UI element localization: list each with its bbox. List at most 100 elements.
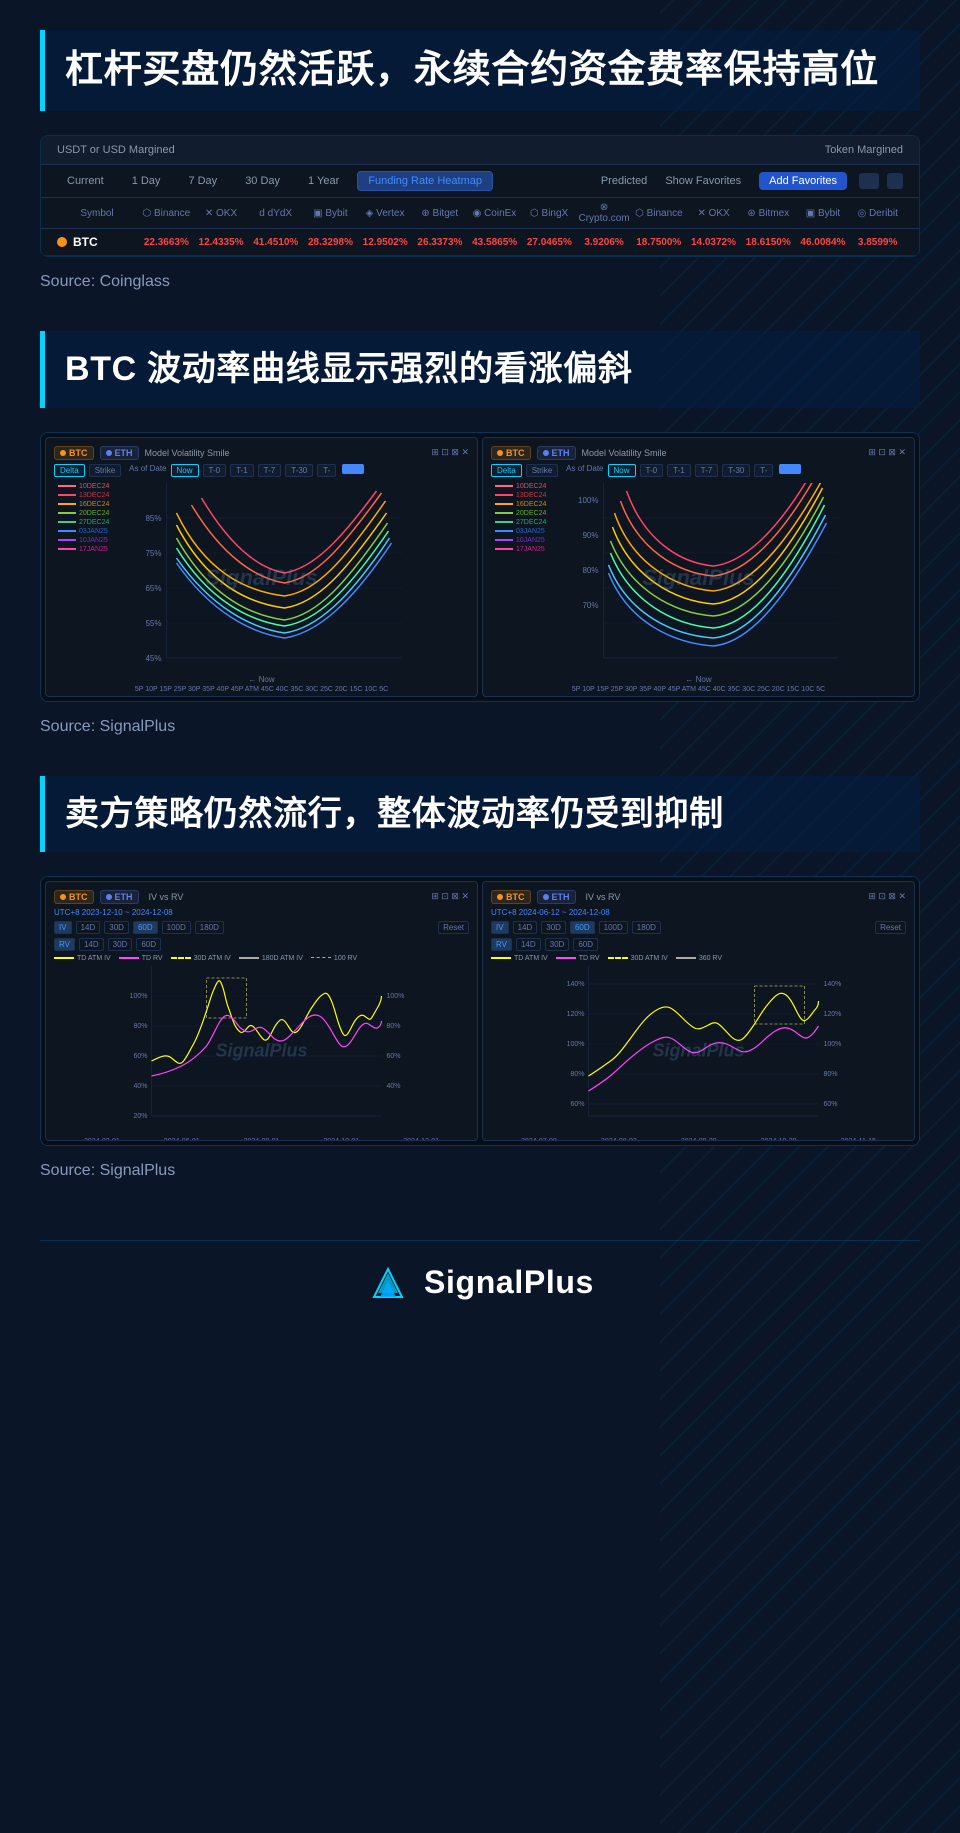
ctrl-t0-r[interactable]: T-0 xyxy=(640,464,664,477)
tab-add-fav[interactable]: Add Favorites xyxy=(759,172,847,190)
ctrl-reset-eth[interactable]: Reset xyxy=(875,921,906,934)
chart-controls-left[interactable]: Delta Strike As of Date Now T-0 T-1 T-7 … xyxy=(54,464,469,477)
ctrl-30d-rv-btc[interactable]: 30D xyxy=(108,938,133,951)
btc-symbol: BTC xyxy=(57,235,137,249)
svg-text:55%: 55% xyxy=(145,619,161,628)
eth-tag-ivrv-l: ETH xyxy=(100,890,139,904)
btc-smile-area: 10DEC24 13DEC24 16DEC24 20DEC24 27DEC24 … xyxy=(54,483,469,673)
section2-heading-block: BTC 波动率曲线显示强烈的看涨偏斜 xyxy=(40,331,920,407)
ctrl-30d-rv-eth[interactable]: 30D xyxy=(545,938,570,951)
col-vertex: ◈ Vertex xyxy=(360,202,411,224)
svg-text:100%: 100% xyxy=(387,993,405,1000)
ctrl-iv-btc[interactable]: IV xyxy=(54,921,72,934)
ctrl-t-more-r[interactable]: T- xyxy=(754,464,773,477)
ctrl-14d-iv-btc[interactable]: 14D xyxy=(76,921,101,934)
eth-ivrv-rv-controls[interactable]: RV 14D 30D 60D xyxy=(491,938,906,951)
ctrl-60d-rv-btc[interactable]: 60D xyxy=(136,938,161,951)
ctrl-now-r[interactable]: Now xyxy=(608,464,636,477)
ctrl-t30-r[interactable]: T-30 xyxy=(722,464,750,477)
ctrl-100d-iv-btc[interactable]: 100D xyxy=(162,921,191,934)
tab-1year[interactable]: 1 Year xyxy=(298,172,349,190)
svg-text:90%: 90% xyxy=(582,531,598,540)
source2: Source: SignalPlus xyxy=(40,718,920,736)
ctrl-180d-iv-btc[interactable]: 180D xyxy=(195,921,224,934)
ctrl-t7-r[interactable]: T-7 xyxy=(695,464,719,477)
col-coinex: ◉ CoinEx xyxy=(469,202,520,224)
ctrl-60d-rv-eth[interactable]: 60D xyxy=(573,938,598,951)
svg-text:40%: 40% xyxy=(133,1083,147,1090)
ctrl-now[interactable]: Now xyxy=(171,464,199,477)
ctrl-60d-iv-btc[interactable]: 60D xyxy=(133,921,158,934)
coinglass-chart: USDT or USD Margined Token Margined Curr… xyxy=(40,135,920,257)
ctrl-t30[interactable]: T-30 xyxy=(285,464,313,477)
eth-ivrv-controls[interactable]: IV 14D 30D 60D 100D 180D Reset xyxy=(491,921,906,934)
section1-title: 杠杆买盘仍然活跃，永续合约资金费率保持高位 xyxy=(65,46,900,95)
col-bybit1: ▣ Bybit xyxy=(305,202,356,224)
ctrl-strike[interactable]: Strike xyxy=(89,464,121,477)
ctrl-iv-eth[interactable]: IV xyxy=(491,921,509,934)
svg-text:140%: 140% xyxy=(567,981,585,988)
btc-bingx: 27.0465% xyxy=(524,237,575,248)
col-deribit: ◎ Deribit xyxy=(852,202,903,224)
cg-token-label: Token Margined xyxy=(825,144,903,156)
col-bitget: ⊕ Bitget xyxy=(414,202,465,224)
btc-coinex: 43.5865% xyxy=(469,237,520,248)
section3-heading-block: 卖方策略仍然流行，整体波动率仍受到抑制 xyxy=(40,776,920,852)
tab-heatmap[interactable]: Funding Rate Heatmap xyxy=(357,171,493,191)
btc-tag-ivrv: BTC xyxy=(54,890,94,904)
btc-smile-chart: BTC ETH Model Volatility Smile ⊞ ⊡ ⊠ ✕ D… xyxy=(45,437,478,697)
ctrl-t-more[interactable]: T- xyxy=(317,464,336,477)
signalplus-logo-icon xyxy=(366,1261,410,1305)
ctrl-30d-iv-btc[interactable]: 30D xyxy=(104,921,129,934)
cg-predicted: Predicted xyxy=(601,175,647,187)
ctrl-14d-rv-eth[interactable]: 14D xyxy=(516,938,541,951)
btc-row: BTC 22.3663% 12.4335% 41.4510% 28.3298% … xyxy=(41,229,919,256)
btc-okx1: 12.4335% xyxy=(196,237,247,248)
ctrl-t1[interactable]: T-1 xyxy=(230,464,254,477)
ctrl-30d-iv-eth[interactable]: 30D xyxy=(541,921,566,934)
ctrl-rv-btc[interactable]: RV xyxy=(54,938,75,951)
btc-ivrv-rv-controls[interactable]: RV 14D 30D 60D xyxy=(54,938,469,951)
eth-legend: 10DEC24 13DEC24 16DEC24 20DEC24 27DEC24 … xyxy=(495,483,546,555)
ctrl-14d-iv-eth[interactable]: 14D xyxy=(513,921,538,934)
ctrl-rv-eth[interactable]: RV xyxy=(491,938,512,951)
ctrl-reset-btc[interactable]: Reset xyxy=(438,921,469,934)
btc-bitget: 26.3373% xyxy=(415,237,466,248)
ctrl-180d-iv-eth[interactable]: 180D xyxy=(632,921,661,934)
btc-okx2: 14.0372% xyxy=(688,237,739,248)
btc-deribit: 3.8599% xyxy=(852,237,903,248)
chart-controls-right[interactable]: Delta Strike As of Date Now T-0 T-1 T-7 … xyxy=(491,464,906,477)
col-dydx: d dYdX xyxy=(250,202,301,224)
dual-ivrv-chart: BTC ETH IV vs RV ⊞ ⊡ ⊠ ✕ UTC+8 2023-12-1… xyxy=(41,877,919,1145)
btc-bybit1: 28.3298% xyxy=(305,237,356,248)
ctrl-100d-iv-eth[interactable]: 100D xyxy=(599,921,628,934)
svg-text:85%: 85% xyxy=(145,514,161,523)
svg-text:75%: 75% xyxy=(145,549,161,558)
ctrl-delta[interactable]: Delta xyxy=(54,464,85,477)
ctrl-t1-r[interactable]: T-1 xyxy=(667,464,691,477)
svg-text:80%: 80% xyxy=(133,1023,147,1030)
btc-ivrv-controls[interactable]: IV 14D 30D 60D 100D 180D Reset xyxy=(54,921,469,934)
ctrl-strike-r[interactable]: Strike xyxy=(526,464,558,477)
btc-ivrv-header: BTC ETH IV vs RV ⊞ ⊡ ⊠ ✕ xyxy=(54,890,469,904)
col-okx2: ✕ OKX xyxy=(688,202,739,224)
tab-1day[interactable]: 1 Day xyxy=(122,172,171,190)
tab-current[interactable]: Current xyxy=(57,172,114,190)
ctrl-60d-iv-eth[interactable]: 60D xyxy=(570,921,595,934)
ctrl-14d-rv-btc[interactable]: 14D xyxy=(79,938,104,951)
btc-ivrv-chart: BTC ETH IV vs RV ⊞ ⊡ ⊠ ✕ UTC+8 2023-12-1… xyxy=(45,881,478,1141)
dual-vol-chart: BTC ETH Model Volatility Smile ⊞ ⊡ ⊠ ✕ D… xyxy=(41,433,919,701)
tab-7day[interactable]: 7 Day xyxy=(178,172,227,190)
tab-30day[interactable]: 30 Day xyxy=(235,172,290,190)
source1: Source: Coinglass xyxy=(40,273,920,291)
tab-show-fav[interactable]: Show Favorites xyxy=(655,172,751,190)
btc-dydx: 41.4510% xyxy=(250,237,301,248)
ctrl-delta-r[interactable]: Delta xyxy=(491,464,522,477)
eth-tag-ivrv-r: ETH xyxy=(537,890,576,904)
x-axis-right: ← Now xyxy=(491,675,906,684)
svg-text:120%: 120% xyxy=(567,1011,585,1018)
cg-header: USDT or USD Margined Token Margined xyxy=(41,136,919,165)
ctrl-t0[interactable]: T-0 xyxy=(203,464,227,477)
btc-bybit2: 46.0084% xyxy=(798,237,849,248)
ctrl-t7[interactable]: T-7 xyxy=(258,464,282,477)
